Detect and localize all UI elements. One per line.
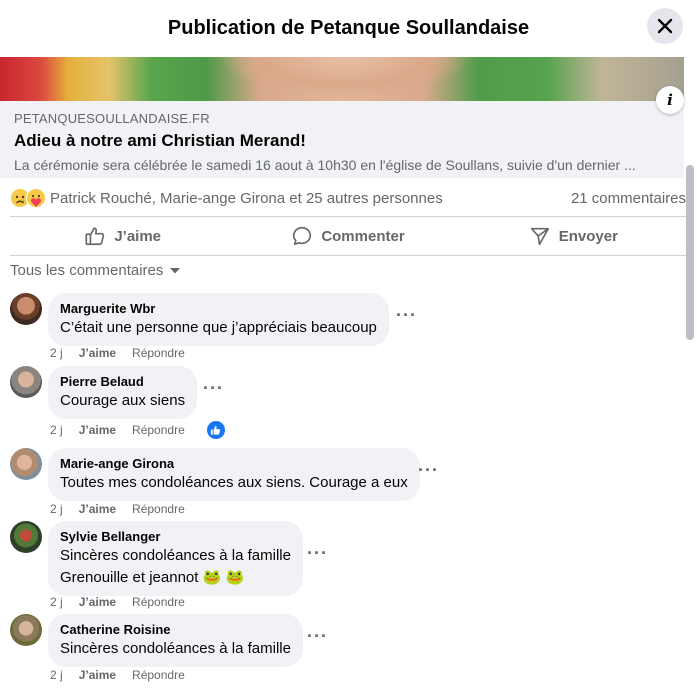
avatar[interactable] [10,448,42,480]
comment-like-button[interactable]: J’aime [79,595,116,609]
comment-meta: 2 j J’aime Répondre [50,421,225,439]
more-options-icon[interactable]: ··· [307,626,328,647]
comment-time[interactable]: 2 j [50,423,63,437]
comment-bubble: Marguerite Wbr C’était une personne que … [48,293,389,346]
comment-bubble: Pierre Belaud Courage aux siens [48,366,198,419]
comment-meta: 2 j J’aime Répondre [50,595,185,609]
link-preview[interactable]: i PETANQUESOULLANDAISE.FR Adieu à notre … [0,86,684,178]
comment-like-button[interactable]: J’aime [79,502,116,516]
avatar[interactable] [10,293,42,325]
comment-text: Sincères condoléances à la famille [60,547,291,564]
comment-bubble: Sylvie Bellanger Sincères condoléances à… [48,521,303,596]
comment-icon [293,226,312,246]
link-title[interactable]: Adieu à notre ami Christian Merand! [14,131,670,151]
close-button[interactable] [647,8,683,44]
comment-text: Toutes mes condoléances aux siens. Coura… [60,474,408,491]
reactions-text[interactable]: Patrick Rouché, Marie-ange Girona et 25 … [50,190,443,207]
like-button[interactable]: J’aime [10,217,235,255]
comment-reply-button[interactable]: Répondre [132,502,185,516]
care-emoji-icon [26,188,46,208]
comment-like-button[interactable]: J’aime [79,423,116,437]
more-options-icon[interactable]: ··· [307,543,328,564]
comment-bubble: Catherine Roisine Sincères condoléances … [48,614,303,667]
comment-time[interactable]: 2 j [50,595,63,609]
comment-meta: 2 j J’aime Répondre [50,668,185,682]
comment-reply-button[interactable]: Répondre [132,346,185,360]
comment-text: Courage aux siens [60,392,186,409]
comment-reply-button[interactable]: Répondre [132,595,185,609]
comment-label: Commenter [321,227,405,245]
comment-text: C’était une personne que j’appréciais be… [60,319,377,336]
thumbs-up-icon [211,425,221,435]
comment-time[interactable]: 2 j [50,346,63,360]
comment-meta: 2 j J’aime Répondre [50,346,185,360]
comment-time[interactable]: 2 j [50,502,63,516]
comment-text-line2: Grenouille et jeannot 🐸 🐸 [60,569,245,586]
divider [10,255,686,256]
link-domain: PETANQUESOULLANDAISE.FR [14,111,210,126]
post-image[interactable] [0,57,684,101]
comment-reply-button[interactable]: Répondre [132,423,185,437]
comment-time[interactable]: 2 j [50,668,63,682]
more-options-icon[interactable]: ··· [396,305,417,326]
comment-bubble: Marie-ange Girona Toutes mes condoléance… [48,448,420,501]
send-button[interactable]: Envoyer [461,217,686,255]
avatar[interactable] [10,521,42,553]
comment-button[interactable]: Commenter [235,217,460,255]
comment-author[interactable]: Catherine Roisine [60,622,291,637]
info-button[interactable]: i [656,86,684,114]
comment-author[interactable]: Sylvie Bellanger [60,529,291,544]
reactions-summary[interactable]: Patrick Rouché, Marie-ange Girona et 25 … [10,184,686,212]
comment-text: Sincères condoléances à la famille [60,640,291,657]
scrollbar-thumb[interactable] [686,165,694,340]
comment-reply-button[interactable]: Répondre [132,668,185,682]
send-label: Envoyer [558,227,618,245]
dialog-header: Publication de Petanque Soullandaise [0,0,697,57]
caret-down-icon [170,267,181,273]
comment-like-button[interactable]: J’aime [79,346,116,360]
dialog-title: Publication de Petanque Soullandaise [167,17,530,39]
thumbs-up-icon [85,227,105,246]
like-reaction-badge[interactable] [206,421,225,439]
comment-like-button[interactable]: J’aime [79,668,116,682]
info-icon: i [667,91,673,109]
comment-meta: 2 j J’aime Répondre [50,502,185,516]
filter-label: Tous les commentaires [10,262,164,279]
reaction-icons [10,188,50,208]
comment-author[interactable]: Pierre Belaud [60,374,185,389]
send-icon [530,227,549,246]
comment-author[interactable]: Marie-ange Girona [60,456,408,471]
close-icon [657,18,673,34]
more-options-icon[interactable]: ··· [203,378,224,399]
comments-filter[interactable]: Tous les commentaires [10,262,181,279]
like-label: J’aime [114,227,162,245]
comment-author[interactable]: Marguerite Wbr [60,301,377,316]
avatar[interactable] [10,614,42,646]
post-actions: J’aime Commenter Envoyer [10,217,686,255]
link-description: La cérémonie sera célébrée le samedi 16 … [14,157,636,173]
avatar[interactable] [10,366,42,398]
more-options-icon[interactable]: ··· [418,460,439,481]
comments-count[interactable]: 21 commentaires [571,190,686,207]
